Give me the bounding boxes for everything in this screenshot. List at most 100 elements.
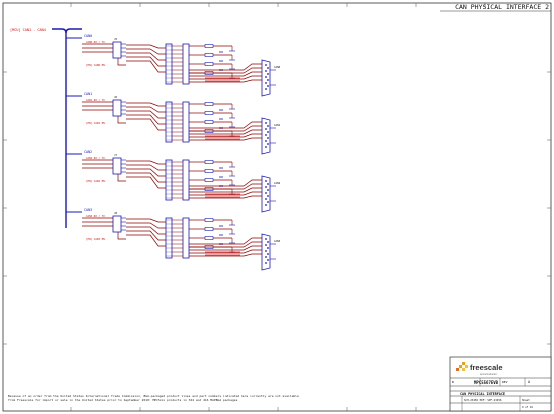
db9-pin xyxy=(265,88,267,90)
transceiver-body xyxy=(112,99,122,117)
db9-pin xyxy=(265,262,267,264)
termination-resistor xyxy=(204,236,214,240)
header-wire xyxy=(126,102,166,107)
main-bus xyxy=(52,28,82,228)
db9-pin xyxy=(267,125,269,127)
db9-pin xyxy=(267,247,269,249)
db9-wire xyxy=(189,71,262,77)
db9-pin xyxy=(265,122,267,124)
termination-resistor xyxy=(204,160,214,164)
enable-net-label: [EN] CAN3 EN xyxy=(86,237,105,241)
db9-pin xyxy=(265,256,267,258)
size-label: B xyxy=(452,380,454,384)
db9-pin xyxy=(265,250,267,252)
transceiver-body xyxy=(112,215,122,233)
header-wire xyxy=(126,160,166,165)
input-net-label: CAN2_RX / TX xyxy=(86,156,105,160)
termination-resistor xyxy=(204,102,214,106)
header-wire xyxy=(126,218,166,223)
db9-pin xyxy=(267,79,269,81)
db9-pin xyxy=(267,259,269,261)
enable-net-label: [EN] CAN2 EN xyxy=(86,179,105,183)
schematic-sheet: CAN PHYSICAL INTERFACE 2 [MCU] CAN1 - CA… xyxy=(2,2,552,412)
transceiver-body xyxy=(112,157,122,175)
db9-pin xyxy=(265,134,267,136)
db9-connector-label: CAN2 xyxy=(274,181,281,185)
db9-pin xyxy=(267,241,269,243)
jumper-ref: J8 xyxy=(114,211,118,215)
channel-can1: CAN1 CAN1_RX / TX J6 [EN] CAN1 EN CAN1 xyxy=(66,92,281,155)
channel-label: CAN1 xyxy=(84,92,92,96)
sheet-title: CAN PHYSICAL INTERFACE 2 xyxy=(455,3,549,11)
rev-label: REV xyxy=(502,380,508,384)
sheet-title-block: CAN PHYSICAL INTERFACE xyxy=(460,392,505,396)
channel-can0: CAN0 CAN0_RX / TX J5 [EN] CAN0 EN CAN0 xyxy=(66,34,281,97)
termination-resistor xyxy=(204,227,214,231)
db9-wire xyxy=(189,121,262,129)
enable-net-label: [EN] CAN1 EN xyxy=(86,121,105,125)
db9-connector-label: CAN3 xyxy=(274,239,281,243)
db9-wire xyxy=(189,237,262,245)
db9-pin xyxy=(265,146,267,148)
termination-resistor xyxy=(204,53,214,57)
enable-wire xyxy=(117,58,126,66)
channel-can2: CAN2 CAN2_RX / TX J7 [EN] CAN2 EN CAN2 xyxy=(66,150,281,213)
footnote-line-2: from Freescale for import or sale in the… xyxy=(8,398,238,402)
logo-tagline: semiconductor xyxy=(480,372,497,376)
db9-pin xyxy=(265,192,267,194)
sheet-label: Sheet xyxy=(522,398,530,402)
channel-can3: CAN3 CAN3_RX / TX J8 [EN] CAN3 EN CAN3 xyxy=(66,208,281,271)
db9-pin xyxy=(265,76,267,78)
header-connector-2 xyxy=(182,43,190,85)
db9-pin xyxy=(267,195,269,197)
db9-pin xyxy=(265,198,267,200)
input-net-label: CAN1_RX / TX xyxy=(86,98,105,102)
enable-wire xyxy=(117,116,126,124)
db9-wire xyxy=(189,63,262,71)
termination-resistor xyxy=(204,62,214,66)
db9-pin xyxy=(267,85,269,87)
db9-pin xyxy=(265,140,267,142)
document-title: MPC5567EVB xyxy=(474,380,499,385)
termination-resistor xyxy=(204,218,214,222)
db9-wire xyxy=(189,179,262,187)
db9-pin xyxy=(267,189,269,191)
db9-connector-label: CAN0 xyxy=(274,65,281,69)
header-wire xyxy=(126,230,166,241)
db9-pin xyxy=(267,131,269,133)
header-wire xyxy=(126,114,166,125)
input-net-label: CAN3_RX / TX xyxy=(86,214,105,218)
header-wire xyxy=(126,44,166,49)
db9-pin xyxy=(265,128,267,130)
db9-pin xyxy=(267,253,269,255)
db9-pin xyxy=(267,67,269,69)
channel-label: CAN3 xyxy=(84,208,92,212)
termination-resistor xyxy=(204,169,214,173)
db9-pin xyxy=(265,64,267,66)
header-wire xyxy=(126,118,166,131)
termination-resistor xyxy=(204,120,214,124)
db9-pin xyxy=(265,70,267,72)
termination-resistor xyxy=(204,178,214,182)
header-connector-2 xyxy=(182,101,190,143)
db9-pin xyxy=(267,73,269,75)
bus-net-label: [MCU] CAN1 - CAN4 xyxy=(10,28,46,32)
enable-net-label: [EN] CAN0 EN xyxy=(86,63,105,67)
header-wire xyxy=(126,60,166,73)
db9-wire xyxy=(189,133,262,138)
db9-wire xyxy=(189,245,262,251)
db9-pin xyxy=(265,204,267,206)
db9-pin xyxy=(265,82,267,84)
db9-connector-label: CAN1 xyxy=(274,123,281,127)
sheet-number: 9 of 16 xyxy=(522,405,533,409)
db9-pin xyxy=(267,183,269,185)
enable-wire xyxy=(117,232,126,240)
termination-resistor xyxy=(204,44,214,48)
logo-company: freescale xyxy=(470,363,503,372)
db9-wire xyxy=(189,75,262,80)
db9-pin xyxy=(267,137,269,139)
jumper-ref: J6 xyxy=(114,95,118,99)
db9-pin xyxy=(265,238,267,240)
termination-resistor xyxy=(204,111,214,115)
header-connector-2 xyxy=(182,159,190,201)
